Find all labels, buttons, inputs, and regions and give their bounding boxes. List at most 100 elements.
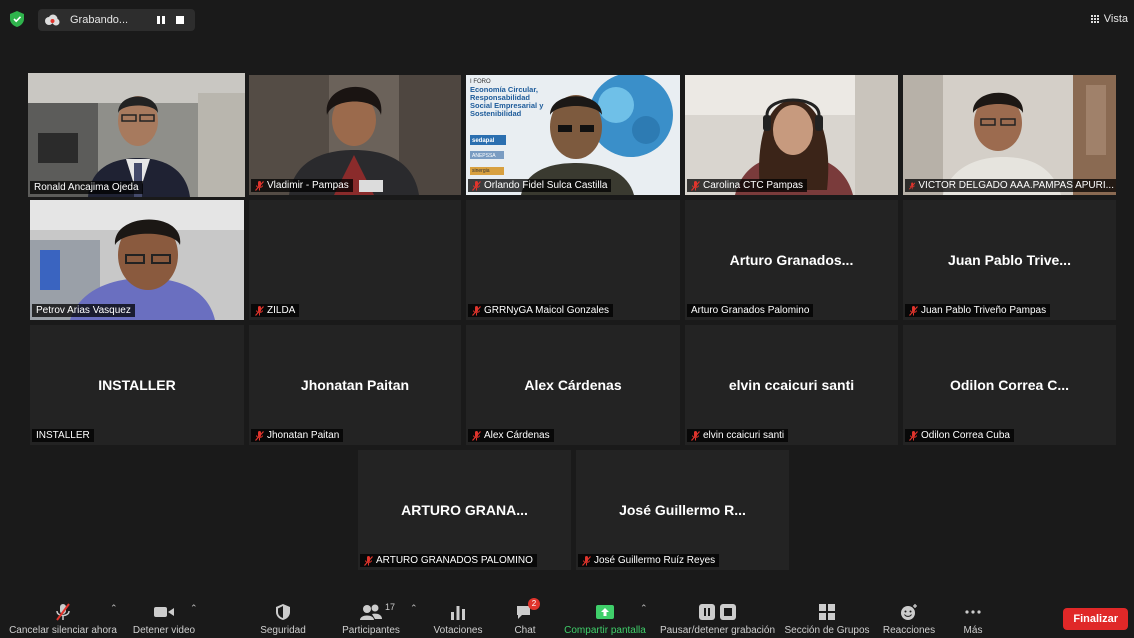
participant-tile[interactable]: GRRNyGA Maicol Gonzales bbox=[466, 200, 680, 320]
grid-view-icon bbox=[1091, 15, 1100, 24]
video-tile[interactable]: I FORO Economía Circular, Responsabilida… bbox=[466, 75, 680, 195]
slide-title: Economía Circular, Responsabilidad Socia… bbox=[470, 85, 544, 118]
participant-video bbox=[903, 75, 1116, 195]
participant-display-name: Jhonatan Paitan bbox=[300, 377, 410, 393]
participant-tile[interactable]: Odilon Correa C... Odilon Correa Cuba bbox=[903, 325, 1116, 445]
participant-display-name: Juan Pablo Trive... bbox=[948, 252, 1071, 268]
share-screen-button[interactable]: Compartir pantalla bbox=[560, 603, 650, 636]
participant-name-tag: Vladimir - Pampas bbox=[251, 179, 353, 192]
participant-video bbox=[685, 75, 898, 195]
participant-tile[interactable]: Jhonatan Paitan Jhonatan Paitan bbox=[249, 325, 461, 445]
stop-recording-icon[interactable] bbox=[176, 16, 184, 24]
participant-tile[interactable]: Juan Pablo Trive... Juan Pablo Triveño P… bbox=[903, 200, 1116, 320]
chat-button[interactable]: Chat bbox=[505, 603, 545, 636]
encryption-shield-icon[interactable] bbox=[10, 11, 24, 27]
participant-tile[interactable]: elvin ccaicuri santi elvin ccaicuri sant… bbox=[685, 325, 898, 445]
participant-name-tag: Odilon Correa Cuba bbox=[905, 429, 1014, 442]
security-button[interactable]: Seguridad bbox=[253, 603, 313, 636]
participants-count: 17 bbox=[385, 602, 396, 612]
participant-name-tag: Orlando Fidel Sulca Castilla bbox=[468, 179, 612, 192]
muted-mic-icon bbox=[255, 180, 264, 191]
slide-logo: sinergia bbox=[472, 168, 490, 174]
video-camera-icon bbox=[154, 607, 174, 617]
participant-display-name: José Guillermo R... bbox=[619, 502, 746, 518]
reactions-button[interactable]: Reacciones bbox=[880, 603, 938, 636]
participant-name-tag: José Guillermo Ruíz Reyes bbox=[578, 554, 720, 567]
breakout-rooms-icon bbox=[819, 604, 835, 620]
pause-recording-icon[interactable] bbox=[156, 15, 166, 25]
participant-display-name: Odilon Correa C... bbox=[949, 377, 1069, 393]
participant-tile[interactable]: ZILDA bbox=[249, 200, 461, 320]
participant-name-tag: GRRNyGA Maicol Gonzales bbox=[468, 304, 614, 317]
participant-display-name: Arturo Granados... bbox=[729, 252, 854, 268]
muted-mic-icon bbox=[691, 180, 700, 191]
muted-mic-icon bbox=[255, 430, 264, 441]
participant-tile[interactable]: Alex Cárdenas Alex Cárdenas bbox=[466, 325, 680, 445]
unmute-button[interactable]: Cancelar silenciar ahora bbox=[6, 603, 120, 636]
participant-tile[interactable]: ARTURO GRANA... ARTURO GRANADOS PALOMINO bbox=[358, 450, 571, 570]
video-options-chevron-icon[interactable]: ⌃ bbox=[190, 603, 198, 614]
participant-name-tag: Ronald Ancajima Ojeda bbox=[30, 181, 143, 194]
participant-video bbox=[30, 200, 244, 320]
top-bar: Grabando... Vista bbox=[0, 0, 1134, 40]
slide-logo: ANEPSSA bbox=[472, 153, 496, 159]
participant-display-name: ARTURO GRANA... bbox=[401, 502, 528, 518]
chat-unread-badge: 2 bbox=[528, 598, 540, 610]
recording-indicator: Grabando... bbox=[38, 9, 195, 31]
participants-button[interactable]: Participantes bbox=[336, 603, 406, 636]
muted-mic-icon bbox=[691, 430, 700, 441]
reactions-icon bbox=[901, 604, 917, 620]
pause-stop-icon bbox=[698, 604, 736, 620]
meeting-toolbar: Cancelar silenciar ahora ⌃ Detener video… bbox=[0, 594, 1134, 638]
video-tile[interactable]: Ronald Ancajima Ojeda bbox=[28, 73, 245, 197]
cloud-recording-icon bbox=[45, 14, 60, 26]
participant-name-tag: Juan Pablo Triveño Pampas bbox=[905, 304, 1051, 317]
view-label: Vista bbox=[1103, 13, 1128, 25]
participant-name-tag: Petrov Arias Vasquez bbox=[32, 304, 135, 317]
video-tile[interactable]: Carolina CTC Pampas bbox=[685, 75, 898, 195]
muted-mic-icon bbox=[56, 603, 70, 621]
muted-mic-icon bbox=[364, 555, 373, 566]
more-button[interactable]: Más bbox=[955, 603, 991, 636]
muted-mic-icon bbox=[909, 305, 918, 316]
shield-icon bbox=[276, 604, 290, 620]
video-tile[interactable]: VICTOR DELGADO AAA.PAMPAS APURI... bbox=[903, 75, 1116, 195]
video-tile[interactable]: Petrov Arias Vasquez bbox=[30, 200, 244, 320]
breakout-rooms-button[interactable]: Sección de Grupos bbox=[784, 603, 870, 636]
slide-logo: sedapal bbox=[472, 138, 495, 144]
participants-icon bbox=[360, 604, 382, 620]
share-options-chevron-icon[interactable]: ⌃ bbox=[640, 603, 648, 614]
participant-display-name: INSTALLER bbox=[98, 377, 176, 393]
participant-name-tag: INSTALLER bbox=[32, 429, 94, 442]
participant-name-tag: Carolina CTC Pampas bbox=[687, 179, 808, 192]
polls-button[interactable]: Votaciones bbox=[428, 603, 488, 636]
muted-mic-icon bbox=[255, 305, 264, 316]
audio-options-chevron-icon[interactable]: ⌃ bbox=[110, 603, 118, 614]
participant-name-tag: ARTURO GRANADOS PALOMINO bbox=[360, 554, 537, 567]
participant-name-tag: VICTOR DELGADO AAA.PAMPAS APURI... bbox=[905, 179, 1116, 192]
share-screen-icon bbox=[596, 605, 614, 619]
participant-tile[interactable]: José Guillermo R... José Guillermo Ruíz … bbox=[576, 450, 789, 570]
participant-name-tag: ZILDA bbox=[251, 304, 300, 317]
participant-display-name: elvin ccaicuri santi bbox=[728, 377, 855, 393]
participant-name-tag: Arturo Granados Palomino bbox=[687, 304, 814, 317]
muted-mic-icon bbox=[472, 430, 481, 441]
participant-video bbox=[249, 75, 461, 195]
pause-stop-recording-button[interactable]: Pausar/detener grabación bbox=[656, 603, 779, 636]
participant-display-name: Alex Cárdenas bbox=[524, 377, 622, 393]
participant-name-tag: Jhonatan Paitan bbox=[251, 429, 344, 442]
muted-mic-icon bbox=[909, 181, 916, 189]
participants-options-chevron-icon[interactable]: ⌃ bbox=[410, 603, 418, 614]
recording-label: Grabando... bbox=[70, 14, 129, 26]
video-tile[interactable]: Vladimir - Pampas bbox=[249, 75, 461, 195]
muted-mic-icon bbox=[472, 305, 481, 316]
muted-mic-icon bbox=[909, 430, 918, 441]
more-icon bbox=[965, 610, 981, 614]
muted-mic-icon bbox=[472, 180, 481, 191]
participant-tile[interactable]: Arturo Granados... Arturo Granados Palom… bbox=[685, 200, 898, 320]
participant-tile[interactable]: INSTALLER INSTALLER bbox=[30, 325, 244, 445]
view-button[interactable]: Vista bbox=[1091, 13, 1128, 25]
muted-mic-icon bbox=[582, 555, 591, 566]
polls-icon bbox=[451, 606, 465, 620]
end-meeting-button[interactable]: Finalizar bbox=[1063, 608, 1128, 630]
